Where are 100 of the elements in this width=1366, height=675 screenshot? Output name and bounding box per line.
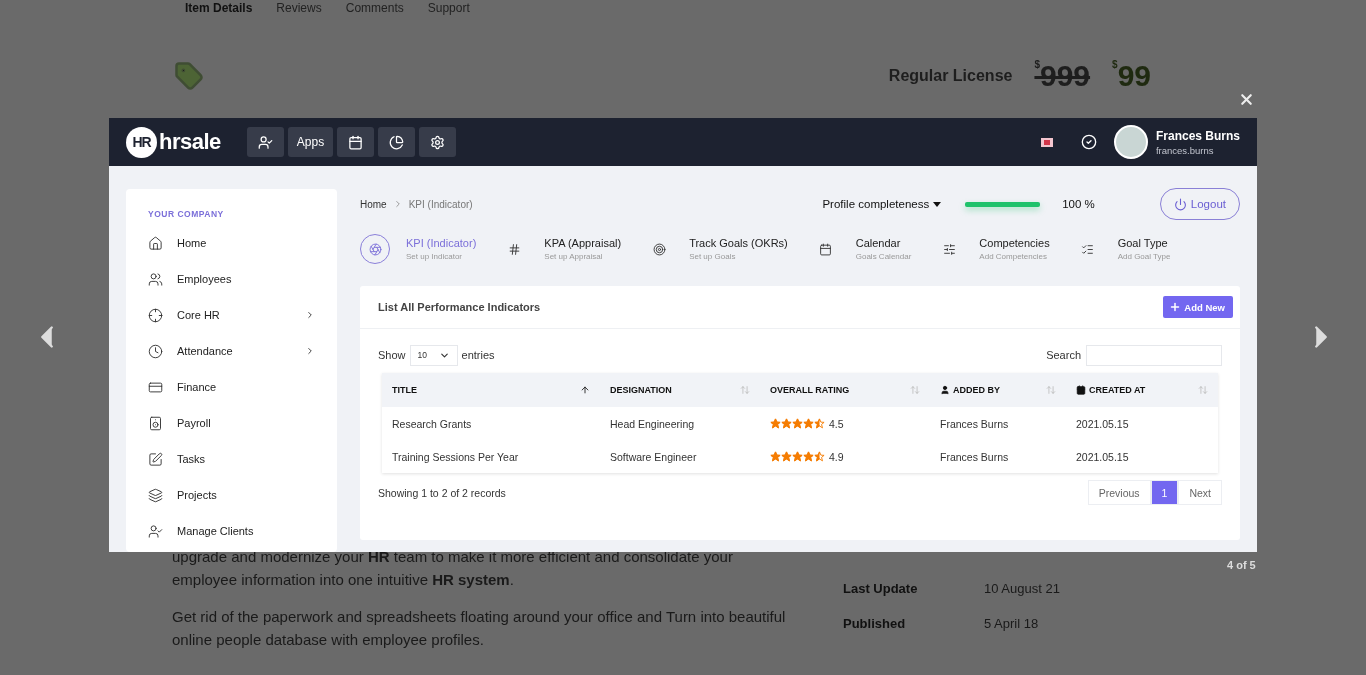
checklist-icon [1081, 242, 1095, 256]
sidebar-item[interactable]: Employees [148, 261, 337, 297]
table-cell-text: Research Grants [391, 417, 473, 430]
next-button[interactable]: Next [1178, 480, 1222, 505]
module-subtitle: Set up Appraisal [544, 252, 604, 261]
meta-label: Last Update [843, 581, 919, 596]
table-cell-text: Frances Burns [939, 450, 1010, 463]
module-tab[interactable]: KPA (Appraisal) Set up Appraisal [506, 237, 622, 261]
check-circle-icon[interactable] [1080, 134, 1097, 150]
meta-value: 10 August 21 [984, 581, 1060, 596]
module-title: KPI (Indicator) [406, 237, 477, 249]
logo-mark: HR [126, 126, 157, 158]
sidebar-heading: YOUR COMPANY [148, 209, 225, 219]
column-header[interactable]: OVERALL RATING [770, 385, 907, 395]
meta-label: Published [843, 616, 907, 631]
column-header[interactable]: DESIGNATION [610, 385, 737, 395]
hash-icon [507, 242, 521, 256]
avatar[interactable] [1113, 125, 1148, 159]
toolbar-button[interactable] [246, 127, 284, 157]
table-cell-text: 2021.05.15 [1075, 450, 1130, 463]
search-field[interactable] [1086, 344, 1222, 366]
device-icon [148, 415, 163, 431]
caret-icon [933, 201, 942, 207]
module-tab[interactable]: Goal Type Add Goal Type [1079, 237, 1171, 261]
tag-icon [174, 61, 204, 91]
meta-value: 5 April 18 [984, 616, 1040, 631]
page-size-select[interactable]: 10 [409, 344, 458, 366]
column-header[interactable]: CREATED AT [1089, 385, 1195, 395]
star-icon [770, 418, 781, 429]
module-tab[interactable]: Competencies Add Competencies [941, 237, 1050, 261]
module-subtitle: Set up Goals [689, 252, 737, 261]
settings-icon [430, 134, 446, 150]
previous-button[interactable]: Previous [1087, 480, 1151, 505]
toolbar-button[interactable] [378, 127, 416, 157]
image-counter: 4 of 5 [1227, 559, 1256, 571]
sort-ascending-icon[interactable] [580, 385, 590, 395]
rating-value: 4.5 [829, 417, 844, 430]
breadcrumb-link[interactable]: Home [360, 198, 387, 210]
aperture-icon [368, 242, 382, 256]
calendar-icon [348, 134, 364, 150]
users-icon [148, 271, 163, 287]
toolbar-button[interactable] [337, 127, 375, 157]
module-subtitle: Goals Calendar [855, 252, 912, 261]
price: $^{$}$99 [1112, 59, 1151, 93]
module-tab[interactable]: Track Goals (OKRs) Set up Goals [651, 237, 788, 261]
calendar-icon [819, 242, 833, 256]
license-label: Regular License [888, 67, 1013, 85]
search-label: Search [1046, 349, 1081, 361]
user-check-icon [257, 134, 273, 150]
table-cell-text: Frances Burns [939, 417, 1010, 430]
column-header[interactable]: TITLE [392, 385, 577, 395]
table-cell-text: Training Sessions Per Year [391, 450, 520, 463]
user-icon [940, 385, 950, 395]
add-new-button[interactable]: Add New [1163, 296, 1233, 318]
star-icon [770, 451, 781, 462]
close-icon[interactable] [1238, 91, 1255, 108]
apps-button[interactable]: Apps [287, 127, 334, 157]
home-icon [148, 235, 163, 251]
card-title: List All Performance Indicators [378, 301, 541, 313]
profile-completeness-dropdown[interactable]: Profile completeness [822, 198, 942, 210]
flag-icon[interactable] [1040, 137, 1053, 147]
sidebar-item[interactable]: Attendance [148, 333, 337, 369]
star-icon [814, 451, 825, 462]
entries-label: entries [461, 349, 495, 361]
breadcrumb-link[interactable]: KPI (Indicator) [408, 198, 473, 210]
calendar-icon [1076, 385, 1086, 395]
module-tab[interactable]: KPI (Indicator) Set up Indicator [360, 234, 477, 264]
module-title: Goal Type [1117, 237, 1169, 249]
module-title: KPA (Appraisal) [544, 237, 622, 249]
module-title: Track Goals (OKRs) [689, 237, 788, 249]
sidebar-item[interactable]: Manage Clients [148, 513, 337, 549]
star-icon [781, 418, 792, 429]
sidebar-item[interactable]: Projects [148, 477, 337, 513]
sidebar-item[interactable]: Core HR [148, 297, 337, 333]
column-header[interactable]: ADDED BY [953, 385, 1043, 395]
star-icon [792, 451, 803, 462]
sidebar-item[interactable]: Finance [148, 369, 337, 405]
toolbar-button[interactable] [419, 127, 457, 157]
sidebar-item[interactable]: Tasks [148, 441, 337, 477]
sidebar-item[interactable]: Payroll [148, 405, 337, 441]
progress-reading: 100 % [1062, 198, 1095, 210]
table-cell-text: Head Engineering [609, 417, 696, 430]
module-title: Calendar [855, 237, 902, 249]
module-tab[interactable]: Calendar Goals Calendar [817, 237, 912, 261]
table-cell-text: 2021.05.15 [1075, 417, 1130, 430]
module-title: Competencies [979, 237, 1050, 249]
sidebar-item[interactable]: Home [148, 225, 337, 261]
star-icon [781, 451, 792, 462]
table-cell-text: Software Engineer [609, 450, 698, 463]
card-icon [148, 379, 163, 395]
sliders-icon [942, 242, 956, 256]
target-icon [652, 242, 666, 256]
user-name: Frances Burns [1155, 128, 1240, 143]
star-icon [803, 418, 814, 429]
module-subtitle: Add Competencies [979, 252, 1048, 261]
star-icon [792, 418, 803, 429]
page-button[interactable]: 1 [1150, 480, 1179, 505]
pie-chart-icon [389, 134, 405, 150]
user-username: frances.burns [1155, 144, 1215, 156]
star-icon [814, 418, 825, 429]
